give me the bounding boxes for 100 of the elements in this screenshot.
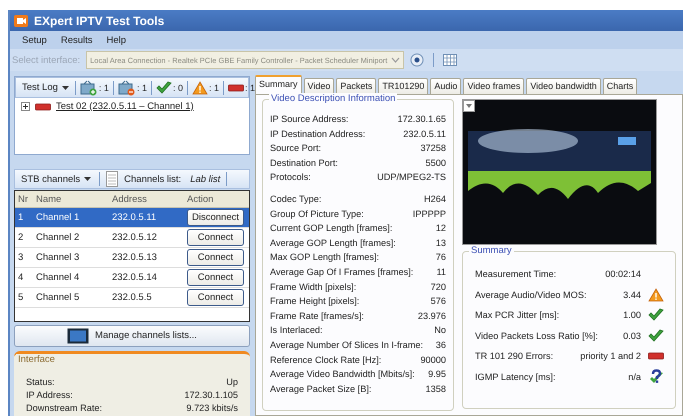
tab[interactable]: Video bandwidth bbox=[526, 78, 601, 94]
column-header: Nr bbox=[17, 194, 30, 205]
table-cell-text: 2 bbox=[17, 232, 24, 244]
field-label: Protocols: bbox=[270, 172, 311, 184]
counter-value: : 0 bbox=[172, 82, 183, 92]
table-cell-text: Channel 3 bbox=[36, 252, 80, 264]
tab[interactable]: Packets bbox=[336, 78, 376, 94]
channel-row[interactable]: 4 Channel 4 232.0.5.14 Connect bbox=[15, 268, 249, 288]
channels-dropdown[interactable]: STB channels bbox=[19, 174, 94, 184]
group-title: Video Description Information bbox=[269, 93, 398, 104]
check-icon bbox=[648, 308, 664, 322]
menu-item[interactable]: Help bbox=[106, 34, 126, 46]
field-value: 232.0.5.11 bbox=[403, 128, 446, 141]
field-value: 13 bbox=[436, 238, 446, 250]
table-cell-text: Channel 4 bbox=[36, 272, 80, 284]
tab[interactable]: Charts bbox=[602, 78, 638, 94]
table-cell-text: 232.0.5.14 bbox=[112, 272, 158, 284]
field-value: 0.03 bbox=[623, 330, 641, 341]
interface-label: Select interface: bbox=[12, 54, 80, 66]
field-value: Up bbox=[226, 376, 238, 389]
question-mark-icon bbox=[648, 368, 664, 385]
warning-icon bbox=[648, 288, 664, 302]
field-label: Frame Rate [frames/s]: bbox=[270, 310, 364, 323]
test-entry-link[interactable]: Test 02 (232.0.5.11 – Channel 1) bbox=[56, 101, 194, 112]
field-label: Average Number Of Slices In I-frame: bbox=[270, 340, 424, 352]
field-label: Reference Clock Rate [Hz]: bbox=[270, 354, 382, 367]
field-value: 00:02:14 bbox=[605, 269, 641, 280]
test-log-dropdown[interactable]: Test Log bbox=[20, 82, 71, 93]
error-bar-icon bbox=[648, 352, 664, 360]
tab[interactable]: Video frames bbox=[463, 78, 524, 94]
field-label: Status: bbox=[26, 376, 55, 389]
field-label: Frame Width [pixels]: bbox=[270, 282, 356, 294]
field-label: IP Destination Address: bbox=[270, 128, 366, 141]
field-label: IP Address: bbox=[26, 390, 73, 402]
check-icon bbox=[648, 328, 664, 343]
table-cell-text: 232.0.5.11 bbox=[112, 212, 158, 224]
field-value: 9.95 bbox=[428, 369, 446, 382]
table-cell-text: 1 bbox=[17, 212, 24, 224]
grid-icon[interactable] bbox=[443, 54, 458, 66]
field-value: 12 bbox=[436, 223, 446, 236]
menu-item[interactable]: Results bbox=[60, 34, 93, 46]
connect-button[interactable]: Connect bbox=[187, 229, 244, 246]
field-label: Measurement Time: bbox=[475, 269, 558, 280]
channel-row[interactable]: 3 Channel 3 232.0.5.13 Connect bbox=[15, 248, 249, 268]
table-cell-text: 4 bbox=[17, 272, 24, 284]
tv-minus-icon bbox=[118, 80, 136, 96]
field-value: IPPPPP bbox=[412, 208, 446, 221]
field-label: Average Gap Of I Frames [frames]: bbox=[270, 266, 414, 279]
table-cell-text: 232.0.5.5 bbox=[112, 292, 153, 304]
connect-button[interactable]: Connect bbox=[187, 289, 244, 306]
table-cell-text: 3 bbox=[17, 252, 24, 264]
channel-row[interactable]: 5 Channel 5 232.0.5.5 Connect bbox=[15, 288, 249, 308]
table-cell-text: Channel 2 bbox=[36, 232, 80, 244]
field-value: 720 bbox=[430, 282, 446, 294]
disconnect-button[interactable]: Disconnect bbox=[187, 209, 244, 226]
radio-icon[interactable] bbox=[410, 53, 424, 67]
tab[interactable]: Video bbox=[304, 78, 334, 94]
window-title: EXpert IPTV Test Tools bbox=[34, 14, 164, 28]
field-label: IGMP Latency [ms]: bbox=[475, 372, 557, 382]
field-value: 9.723 kbits/s bbox=[186, 402, 238, 415]
field-label: Codec Type: bbox=[270, 194, 322, 206]
field-value: H264 bbox=[424, 194, 446, 206]
monitor-icon bbox=[67, 328, 90, 344]
column-header: Action bbox=[187, 194, 214, 205]
field-label: Destination Port: bbox=[270, 158, 338, 170]
tab[interactable]: TR101290 bbox=[378, 78, 428, 94]
field-value: UDP/MPEG2-TS bbox=[377, 172, 446, 184]
tv-plus-icon bbox=[80, 80, 98, 96]
field-value: 576 bbox=[430, 296, 446, 308]
field-value: 5500 bbox=[426, 158, 446, 170]
connect-button[interactable]: Connect bbox=[187, 269, 244, 286]
field-value: 37258 bbox=[420, 143, 446, 156]
manage-channels-button[interactable]: Manage channels lists... bbox=[14, 324, 250, 347]
expand-icon[interactable] bbox=[21, 102, 30, 111]
check-icon bbox=[156, 80, 172, 94]
table-cell-text: Channel 1 bbox=[36, 212, 80, 224]
warning-icon bbox=[192, 80, 208, 94]
connect-button[interactable]: Connect bbox=[187, 249, 244, 266]
field-value: 1358 bbox=[426, 384, 446, 396]
list-icon bbox=[106, 171, 118, 187]
error-bar-icon bbox=[35, 102, 51, 110]
field-value: n/a bbox=[628, 372, 641, 382]
channel-row[interactable]: 2 Channel 2 232.0.5.12 Connect bbox=[15, 228, 249, 248]
group-title: Interface bbox=[16, 354, 57, 365]
counter-value: : 1 bbox=[98, 82, 109, 92]
counter-value: : 1 bbox=[208, 82, 219, 92]
column-header: Address bbox=[112, 194, 148, 205]
tab[interactable]: Audio bbox=[430, 78, 462, 94]
caret-icon bbox=[84, 177, 92, 181]
table-cell-text: 232.0.5.12 bbox=[112, 232, 158, 244]
tab[interactable]: Summary bbox=[255, 75, 302, 94]
table-cell-text: 5 bbox=[17, 292, 24, 304]
channel-row[interactable]: 1 Channel 1 232.0.5.11 Disconnect bbox=[15, 208, 249, 228]
field-label: Group Of Picture Type: bbox=[270, 208, 364, 221]
menu-item[interactable]: Setup bbox=[22, 34, 47, 46]
field-label: Downstream Rate: bbox=[26, 402, 102, 415]
dropdown-icon[interactable] bbox=[463, 100, 475, 112]
column-header: Name bbox=[36, 194, 62, 205]
field-value: 36 bbox=[436, 340, 446, 352]
field-label: Average GOP Length [frames]: bbox=[270, 238, 396, 250]
